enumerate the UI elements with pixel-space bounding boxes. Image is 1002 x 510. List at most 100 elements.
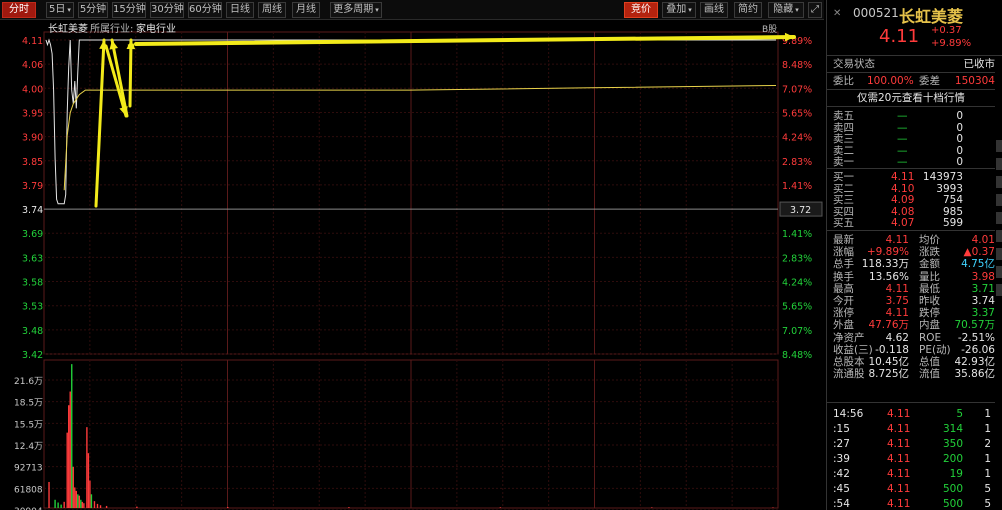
stat-value: 35.86亿	[954, 368, 995, 381]
pct-tick-label: 7.07%	[782, 326, 812, 337]
quote-row: 流通股 8.725亿 流值 35.86亿	[827, 368, 997, 380]
weicha-value: 150304	[954, 75, 995, 87]
tick-price: 4.11	[887, 468, 911, 480]
price-tick-label: 3.58	[22, 278, 43, 289]
stat-label: 流通股	[833, 368, 865, 381]
volume-tick-label: 18.5万	[14, 399, 43, 409]
quote-row: :27 4.11 350 2	[827, 438, 997, 450]
stat-label: 收益(三)	[833, 343, 873, 356]
stat-label: 净资产	[833, 331, 865, 344]
stat-label: 今开	[833, 295, 854, 307]
toolbar-button-13[interactable]: 简约	[734, 2, 762, 18]
bid-price: 4.10	[891, 182, 915, 195]
stat-value: +9.89%	[866, 246, 909, 259]
weibi-label: 委比	[833, 75, 854, 87]
bid-label: 买一	[833, 171, 854, 183]
toolbar-button-4[interactable]: 30分钟	[150, 2, 184, 18]
ask-label: 卖四	[833, 121, 854, 134]
stat-value: 3.98	[971, 270, 995, 283]
stat-value: 42.93亿	[954, 356, 995, 368]
bid-label: 买四	[833, 205, 854, 218]
stat-value: 4.11	[885, 282, 909, 295]
intraday-chart[interactable]: 4.11 9.89%4.06 8.48%4.00 7.07%3.95 5.65%3.90…	[0, 20, 824, 510]
pct-tick-label: 8.48%	[782, 60, 812, 71]
pct-tick-label: 4.24%	[782, 133, 812, 144]
price-tick-label: 3.85	[22, 157, 43, 168]
side-tool-strip[interactable]	[996, 140, 1002, 510]
toolbar-button-6[interactable]: 日线	[226, 2, 254, 18]
quote-row: 净资产 4.62 ROE -2.51%	[827, 332, 997, 344]
chevron-down-icon: ▾	[375, 6, 379, 14]
pct-tick-label: 5.65%	[782, 108, 812, 119]
close-icon[interactable]: ✕	[833, 8, 841, 19]
ask-label: 卖二	[833, 144, 854, 157]
quote-row: 外盘 47.76万 内盘 70.57万	[827, 319, 997, 331]
price-tick-label: 3.90	[22, 133, 43, 144]
bid-volume: 985	[942, 205, 963, 218]
trade-status-label: 交易状态	[833, 58, 875, 70]
quote-row: :54 4.11 500 5	[827, 498, 997, 510]
quote-row: 收益(三) -0.118 PE(动) -26.06	[827, 344, 997, 356]
tick-count: 1	[984, 453, 991, 465]
pct-tick-label: 8.48%	[782, 350, 812, 361]
quote-row: 卖二 — 0	[827, 145, 997, 157]
toolbar-button-14[interactable]: 隐藏 ▾	[768, 2, 804, 18]
toolbar-button-1[interactable]: 5日 ▾	[46, 2, 74, 18]
annotation-stroke	[127, 43, 135, 48]
quote-row: :42 4.11 19 1	[827, 468, 997, 480]
quote-row: :45 4.11 500 5	[827, 483, 997, 495]
bid-price: 4.08	[891, 205, 915, 218]
price-tick-label: 4.06	[22, 60, 43, 71]
toolbar-button-15[interactable]: ⤢	[808, 2, 822, 18]
toolbar-button-11[interactable]: 叠加 ▾	[662, 2, 696, 18]
chart-stock-name: 长虹美菱	[48, 22, 88, 35]
toolbar-button-2[interactable]: 5分钟	[78, 2, 108, 18]
price-tick-label: 3.48	[22, 326, 43, 337]
quote-row: 买三 4.09 754	[827, 194, 997, 206]
price-tick-label: 4.00	[22, 84, 43, 95]
ask-label: 卖三	[833, 133, 854, 145]
toolbar-button-7[interactable]: 周线	[258, 2, 286, 18]
stat-label: 涨停	[833, 307, 854, 320]
divider	[827, 230, 995, 231]
quote-row: 最高 4.11 最低 3.71	[827, 283, 997, 295]
promo-link-row[interactable]: 仅需20元查看十档行情	[827, 92, 997, 104]
pct-tick-label: 2.83%	[782, 157, 812, 168]
toolbar-button-3[interactable]: 15分钟	[112, 2, 146, 18]
ask-volume: 0	[956, 110, 963, 122]
toolbar-button-12[interactable]: 画线	[700, 2, 728, 18]
stat-label: 外盘	[833, 319, 854, 332]
toolbar-button-0[interactable]: 分时	[2, 2, 36, 18]
ask-volume: 0	[956, 144, 963, 157]
quote-row: 交易状态 已收市	[827, 58, 997, 70]
annotation-arrow-up-3	[128, 38, 133, 108]
toolbar-button-label: 15分钟	[113, 4, 146, 15]
quote-row: 委比 100.00% 委差 150304	[827, 75, 997, 87]
tick-time: 14:56	[833, 408, 864, 420]
toolbar-button-10[interactable]: 竞价	[624, 2, 658, 18]
divider	[827, 168, 995, 169]
price-tick-label: 3.95	[22, 108, 43, 119]
toolbar-button-9[interactable]: 更多周期 ▾	[330, 2, 382, 18]
quote-row: 总手 118.33万 金额 4.75亿	[827, 258, 997, 270]
quote-row: 最新 4.11 均价 4.01	[827, 234, 997, 246]
tick-time: :39	[833, 453, 850, 465]
stat-value: 13.56%	[868, 270, 909, 283]
weibi-value: 100.00%	[867, 75, 914, 87]
toolbar-button-5[interactable]: 60分钟	[188, 2, 222, 18]
trade-status-value: 已收市	[963, 58, 996, 70]
stat-label: 金额	[919, 258, 940, 271]
ask-label: 卖一	[833, 156, 854, 168]
tick-count: 1	[984, 408, 991, 420]
stat-value: ▲0.37	[963, 246, 995, 259]
volume-tick-label: 15.5万	[14, 420, 43, 430]
price-change-pct: +9.89%	[931, 38, 972, 49]
toolbar-button-8[interactable]: 月线	[292, 2, 320, 18]
ask-price: —	[897, 110, 908, 122]
quote-row: 买五 4.07 599	[827, 217, 997, 229]
price-tick-label: 3.53	[22, 302, 43, 313]
quote-row: 卖一 — 0	[827, 156, 997, 168]
price-tick-label: 4.11	[22, 36, 43, 47]
industry-value[interactable]: 家电行业	[136, 22, 176, 35]
quote-row: 卖四 — 0	[827, 122, 997, 134]
